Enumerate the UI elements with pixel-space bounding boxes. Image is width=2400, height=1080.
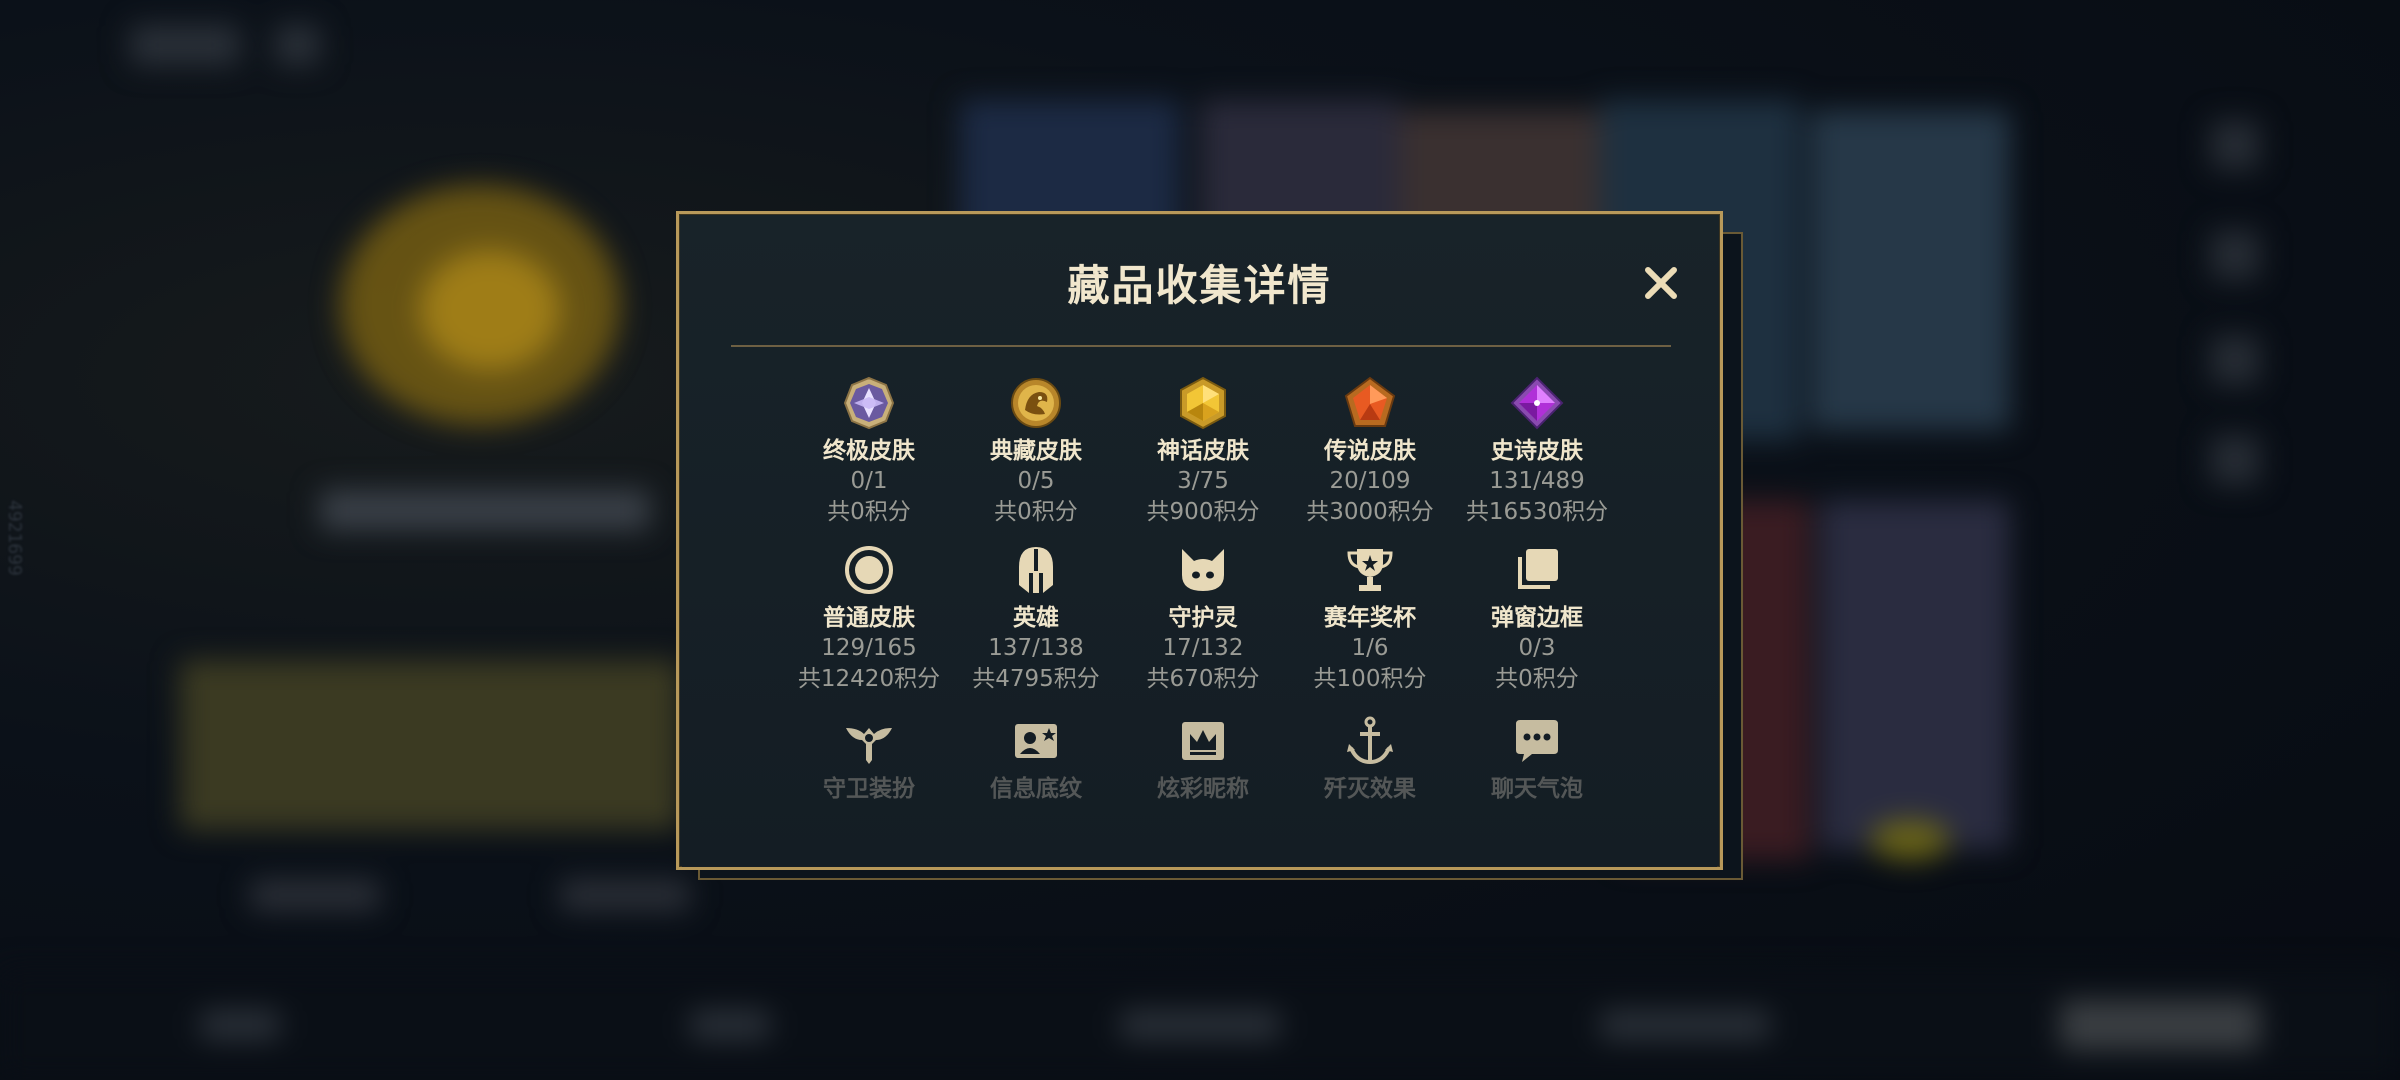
item-count: 137/138: [988, 635, 1084, 661]
item-name: 弹窗边框: [1491, 605, 1583, 631]
collection-item-popup-frame[interactable]: 弹窗边框 0/3 共0积分: [1457, 543, 1617, 695]
item-points: 共0积分: [827, 499, 911, 525]
collection-item-mythic-skin[interactable]: 神话皮肤 3/75 共900积分: [1123, 376, 1283, 528]
item-name: 传说皮肤: [1324, 438, 1416, 464]
mythic-gem-icon: [1180, 376, 1226, 430]
finisher-anchor-icon: [1347, 716, 1393, 765]
item-name: 守护灵: [1168, 605, 1238, 631]
item-points: 共4795积分: [972, 666, 1100, 692]
nickname-crown-icon: [1182, 722, 1224, 760]
item-count: 0/1: [850, 468, 888, 494]
item-count: 0/3: [1518, 635, 1556, 661]
profile-banner-icon: [1015, 724, 1057, 758]
chat-bubble-icon: [1516, 720, 1558, 762]
collection-item-profile-banner[interactable]: 信息底纹: [956, 714, 1116, 804]
guardian-pet-icon: [1182, 549, 1224, 591]
ward-skin-icon: [846, 728, 892, 764]
side-id-text: 4921699: [4, 500, 25, 576]
item-points: 共100积分: [1313, 666, 1427, 692]
collection-item-legendary-skin[interactable]: 传说皮肤 20/109 共3000积分: [1290, 376, 1450, 528]
item-name: 神话皮肤: [1157, 438, 1249, 464]
item-name: 史诗皮肤: [1491, 438, 1583, 464]
item-count: 3/75: [1177, 468, 1229, 494]
collection-item-chat-bubble[interactable]: 聊天气泡: [1457, 714, 1617, 804]
item-name: 英雄: [1013, 605, 1059, 631]
item-name: 终极皮肤: [823, 438, 915, 464]
item-points: 共670积分: [1146, 666, 1260, 692]
collection-item-champion[interactable]: 英雄 137/138 共4795积分: [956, 543, 1116, 695]
item-count: 17/132: [1162, 635, 1244, 661]
item-name: 信息底纹: [990, 776, 1082, 802]
collection-details-modal: 藏品收集详情 终极皮肤 0/1 共0积分 典藏皮肤 0/5 共0积分 神话皮肤 …: [676, 211, 1723, 870]
item-count: 129/165: [821, 635, 917, 661]
item-count: 0/5: [1017, 468, 1055, 494]
collection-item-nickname-color[interactable]: 炫彩昵称: [1123, 714, 1283, 804]
collection-item-guardian[interactable]: 守护灵 17/132 共670积分: [1123, 543, 1283, 695]
collection-item-season-trophy[interactable]: 赛年奖杯 1/6 共100积分: [1290, 543, 1450, 695]
legendary-gem-icon: [1344, 376, 1396, 427]
trophy-icon: [1347, 549, 1393, 591]
collection-item-ward-skin[interactable]: 守卫装扮: [789, 714, 949, 804]
item-points: 共3000积分: [1306, 499, 1434, 525]
collection-grid: 终极皮肤 0/1 共0积分 典藏皮肤 0/5 共0积分 神话皮肤 3/75 共9…: [679, 214, 1720, 867]
item-name: 聊天气泡: [1491, 776, 1583, 802]
collection-item-standard-skin[interactable]: 普通皮肤 129/165 共12420积分: [789, 543, 949, 695]
item-points: 共16530积分: [1465, 499, 1609, 525]
item-name: 守卫装扮: [823, 776, 915, 802]
item-name: 赛年奖杯: [1324, 605, 1416, 631]
item-count: 131/489: [1489, 468, 1585, 494]
item-count: 1/6: [1351, 635, 1389, 661]
item-points: 共0积分: [1495, 666, 1579, 692]
collection-item-ultimate-skin[interactable]: 终极皮肤 0/1 共0积分: [789, 376, 949, 528]
item-name: 普通皮肤: [823, 605, 915, 631]
popup-frame-icon: [1518, 549, 1558, 589]
standard-skin-ring-icon: [845, 546, 893, 594]
item-count: 20/109: [1329, 468, 1411, 494]
prestige-dragon-icon: [1011, 378, 1061, 428]
item-name: 典藏皮肤: [990, 438, 1082, 464]
collection-item-finisher[interactable]: 歼灭效果: [1290, 714, 1450, 804]
epic-gem-icon: [1510, 376, 1564, 430]
item-name: 歼灭效果: [1324, 776, 1416, 802]
item-points: 共12420积分: [797, 666, 941, 692]
ultimate-skin-gem-icon: [843, 376, 895, 430]
item-points: 共900积分: [1146, 499, 1260, 525]
collection-item-epic-skin[interactable]: 史诗皮肤 131/489 共16530积分: [1457, 376, 1617, 528]
collection-item-prestige-skin[interactable]: 典藏皮肤 0/5 共0积分: [956, 376, 1116, 528]
item-name: 炫彩昵称: [1157, 776, 1249, 802]
item-points: 共0积分: [994, 499, 1078, 525]
champion-helmet-icon: [1019, 547, 1053, 593]
